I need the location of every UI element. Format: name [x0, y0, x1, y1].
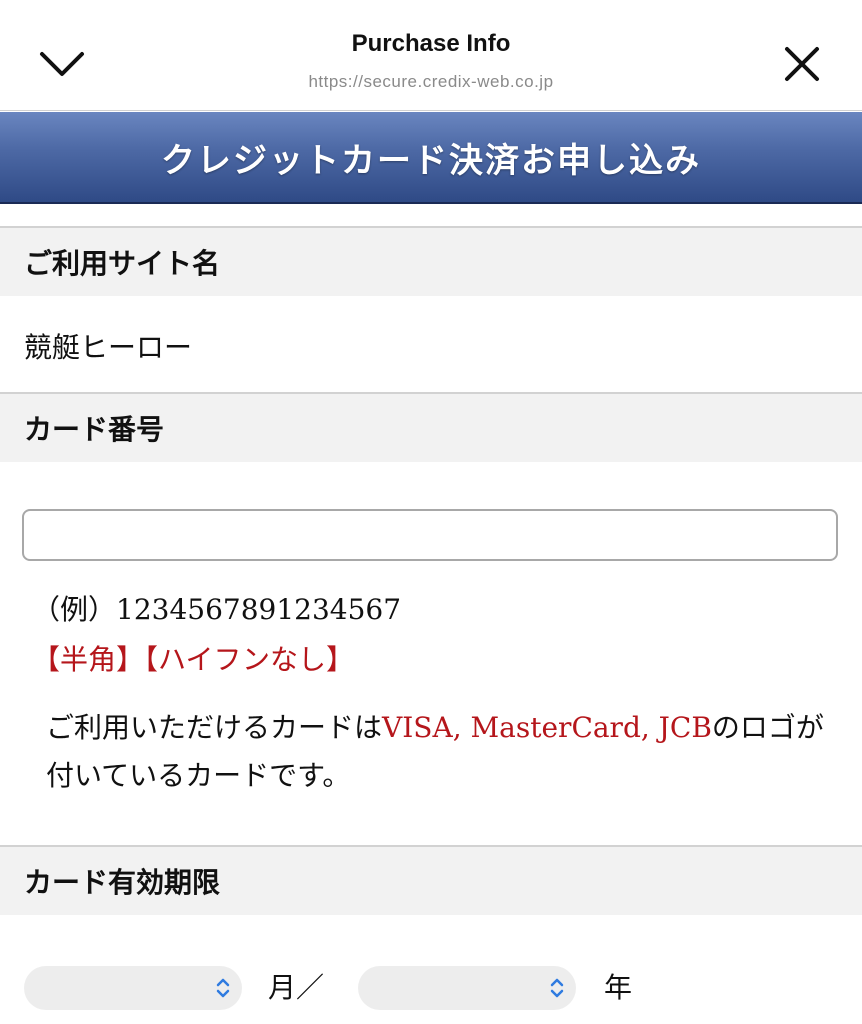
month-unit-label: 月／: [268, 971, 325, 1004]
expiry-month-select[interactable]: [24, 966, 242, 1010]
browser-top-bar: Purchase Info https://secure.credix-web.…: [0, 0, 862, 111]
notice-brands: VISA, MasterCard, JCB: [382, 711, 712, 744]
card-number-example: （例）1234567891234567: [32, 593, 402, 626]
updown-chevron-icon: [550, 978, 564, 998]
updown-chevron-icon: [216, 978, 230, 998]
halfwidth-note: 【半角】: [32, 643, 145, 676]
site-name-heading: ご利用サイト名: [0, 226, 862, 296]
close-icon[interactable]: [782, 44, 822, 84]
expiry-year-select[interactable]: [358, 966, 576, 1010]
page-banner: クレジットカード決済お申し込み: [0, 112, 862, 204]
banner-title: クレジットカード決済お申し込み: [161, 140, 701, 181]
year-unit-label: 年: [604, 971, 633, 1004]
card-number-notes: 【半角】【ハイフンなし】: [32, 638, 354, 678]
accepted-cards-notice: ご利用いただけるカードはVISA, MasterCard, JCBのロゴが付いて…: [46, 704, 826, 800]
card-number-input[interactable]: [22, 509, 838, 561]
no-hyphen-note: 【ハイフンなし】: [144, 643, 355, 676]
page-url: https://secure.credix-web.co.jp: [308, 72, 554, 91]
notice-prefix: ご利用いただけるカードは: [46, 711, 383, 744]
card-number-heading: カード番号: [0, 392, 862, 462]
card-expiry-heading: カード有効期限: [0, 845, 862, 915]
page-title: Purchase Info: [351, 30, 511, 57]
site-name-value: 競艇ヒーロー: [24, 331, 193, 364]
